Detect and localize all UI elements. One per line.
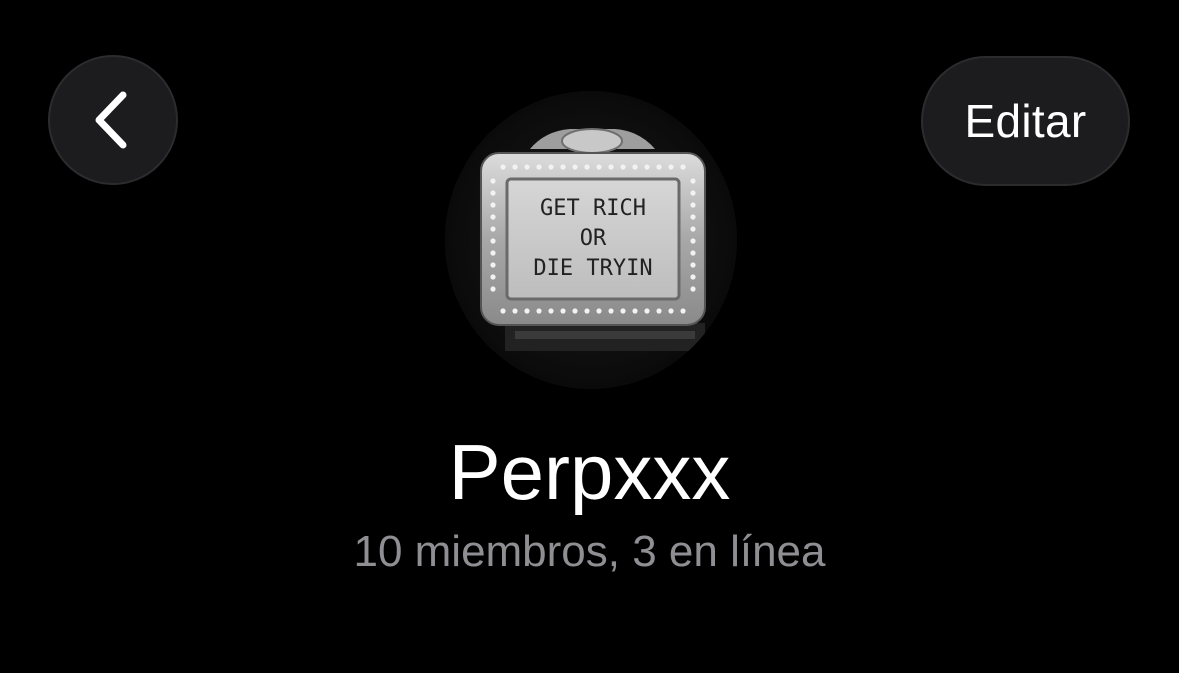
group-member-status: 10 miembros, 3 en línea — [353, 527, 826, 576]
sign-line-2: OR — [580, 226, 607, 251]
group-avatar[interactable]: GET RICH OR DIE TRYIN — [445, 91, 737, 389]
sign-line-1: GET RICH — [540, 196, 646, 221]
edit-button[interactable]: Editar — [921, 56, 1130, 186]
group-name: Perpxxx — [448, 428, 731, 516]
chevron-left-icon — [93, 89, 133, 151]
marquee-sign-image: GET RICH OR DIE TRYIN — [445, 91, 737, 389]
sign-line-3: DIE TRYIN — [533, 256, 652, 281]
back-button[interactable] — [48, 55, 178, 185]
